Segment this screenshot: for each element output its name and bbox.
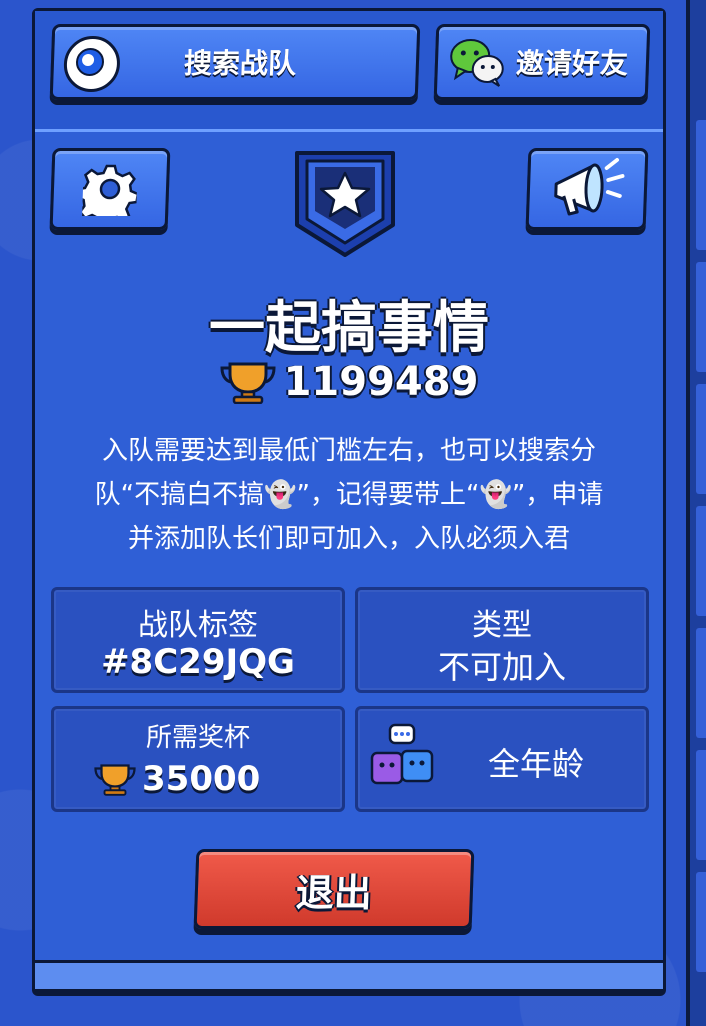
search-club-label: 搜索战队 bbox=[183, 47, 297, 80]
club-trophies: 1199489 bbox=[35, 359, 663, 405]
search-icon bbox=[62, 36, 121, 92]
side-panel-edge bbox=[686, 0, 706, 1026]
club-tag-box: 战队标签 #8C29JQG bbox=[51, 587, 345, 693]
description-line: 入队需要达到最低门槛左右，也可以搜索分 bbox=[101, 436, 596, 466]
description-line: 并添加队长们即可加入，入队必须入君 bbox=[127, 524, 570, 554]
trophy-icon bbox=[220, 362, 276, 404]
club-badge-icon bbox=[295, 151, 395, 257]
required-trophies-value: 35000 bbox=[142, 759, 261, 799]
club-type-title: 类型 bbox=[472, 608, 532, 643]
megaphone-icon bbox=[554, 158, 625, 216]
panel-footer bbox=[35, 960, 663, 989]
club-type-value: 不可加入 bbox=[437, 648, 566, 686]
required-trophies-box: 所需奖杯 35000 bbox=[51, 706, 345, 812]
club-trophies-value: 1199489 bbox=[283, 359, 479, 405]
description-line: 队“不搞白不搞👻”，记得要带上“👻”，申请 bbox=[94, 480, 604, 510]
club-panel: 搜索战队 邀请好友 一起搞事情 1199489 入队需要达到最低门槛左右，也可以… bbox=[32, 8, 666, 992]
side-chip bbox=[696, 872, 706, 972]
side-chip bbox=[696, 750, 706, 860]
trophy-icon bbox=[94, 764, 136, 796]
invite-friends-button[interactable]: 邀请好友 bbox=[433, 24, 651, 100]
exit-club-label: 退出 bbox=[295, 870, 373, 915]
exit-club-button[interactable]: 退出 bbox=[193, 849, 475, 929]
age-rating-box: 全年龄 bbox=[355, 706, 649, 812]
club-tag-value: #8C29JQG bbox=[101, 642, 295, 682]
side-chip bbox=[696, 628, 706, 738]
settings-button[interactable] bbox=[49, 148, 171, 230]
side-chip bbox=[696, 506, 706, 616]
required-trophies-row: 35000 bbox=[94, 759, 260, 799]
wechat-icon bbox=[450, 39, 504, 87]
club-name: 一起搞事情 bbox=[209, 296, 489, 361]
chat-cubes-icon bbox=[370, 723, 434, 785]
club-description: 入队需要达到最低门槛左右，也可以搜索分 队“不搞白不搞👻”，记得要带上“👻”，申… bbox=[53, 429, 645, 561]
side-chip bbox=[696, 384, 706, 494]
club-type-box: 类型 不可加入 bbox=[355, 587, 649, 693]
age-rating-value: 全年龄 bbox=[488, 745, 585, 783]
gear-icon bbox=[82, 164, 138, 216]
invite-friends-label: 邀请好友 bbox=[515, 47, 629, 80]
announce-button[interactable] bbox=[525, 148, 649, 230]
required-trophies-title: 所需奖杯 bbox=[145, 723, 250, 753]
side-chip bbox=[696, 120, 706, 250]
search-club-button[interactable]: 搜索战队 bbox=[49, 24, 421, 100]
club-tag-title: 战队标签 bbox=[138, 608, 258, 643]
side-chip bbox=[696, 262, 706, 372]
